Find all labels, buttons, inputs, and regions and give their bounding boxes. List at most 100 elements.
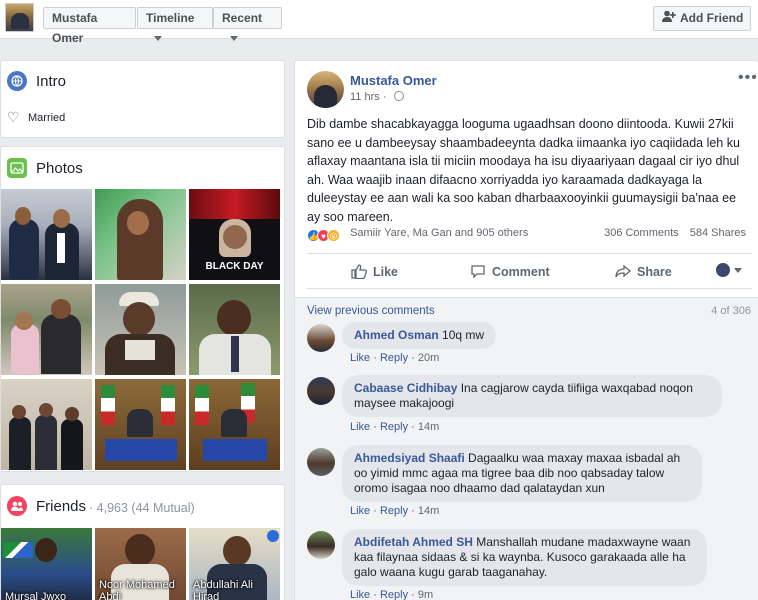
friends-title: Friends <box>36 498 87 515</box>
commenter-name[interactable]: Cabaase Cidhibay <box>354 381 457 395</box>
comment-like-link[interactable]: Like <box>350 421 370 433</box>
comment-time[interactable]: 14m <box>418 421 439 433</box>
comment-time[interactable]: 9m <box>418 589 433 600</box>
commenter-name[interactable]: Ahmed Osman <box>354 328 439 342</box>
photo-thumbnail[interactable] <box>95 189 186 280</box>
comment-bubble: Ahmedsiyad Shaafi Dagaalku waa maxay max… <box>342 445 702 502</box>
photo-thumbnail[interactable] <box>95 284 186 375</box>
friend-name: Mursal Jwxo <box>5 591 67 600</box>
photo-thumbnail[interactable] <box>1 284 92 375</box>
photos-card: Photos BLACK DAY <box>0 146 285 472</box>
photo-thumbnail[interactable]: BLACK DAY <box>189 189 280 280</box>
comment-time[interactable]: 14m <box>418 505 439 517</box>
comment-bubble: Ahmed Osman 10q mw <box>342 322 497 349</box>
comment-reply-link[interactable]: Reply <box>380 352 408 364</box>
heart-icon: ♡ <box>7 109 20 125</box>
avatar[interactable] <box>307 71 344 108</box>
reaction-avatar-icon <box>716 263 730 277</box>
add-friend-label: Add Friend <box>680 11 744 25</box>
comments-section: View previous comments 4 of 306 Ahmed Os… <box>295 297 758 600</box>
photos-title: Photos <box>36 160 83 177</box>
thumbs-up-icon <box>351 264 368 280</box>
comment-icon <box>470 265 486 279</box>
timeline-dropdown[interactable]: Timeline <box>137 7 213 42</box>
reactions-summary[interactable]: 👍 ♥ 😮 Samiir Yare, Ma Gan and 905 others 3… <box>307 227 752 243</box>
comment-text: 10q mw <box>442 328 485 342</box>
comment-reply-link[interactable]: Reply <box>380 589 408 600</box>
comment-label: Comment <box>492 265 550 279</box>
comment-actions: Like · Reply · 14m <box>350 421 440 433</box>
comments-page-count: 4 of 306 <box>711 305 751 317</box>
photos-icon <box>7 158 27 178</box>
comment-like-link[interactable]: Like <box>350 589 370 600</box>
post-time-text: 11 hrs <box>350 91 380 103</box>
friends-card: Friends · 4,963 (44 Mutual) Mursal Jwxo … <box>0 484 285 600</box>
comment-reply-link[interactable]: Reply <box>380 421 408 433</box>
globe-icon <box>7 71 27 91</box>
photo-thumbnail[interactable] <box>1 379 92 470</box>
friend-name: Noor Mohamed Abdi <box>99 579 175 600</box>
commenter-avatar[interactable] <box>307 531 335 559</box>
friends-count: · 4,963 (44 Mutual) <box>89 501 195 515</box>
public-globe-icon <box>393 91 404 101</box>
add-friend-icon <box>662 7 676 30</box>
more-options-icon[interactable]: ••• <box>738 69 758 87</box>
comment-time[interactable]: 20m <box>418 352 439 364</box>
photo-thumbnail[interactable] <box>189 379 280 470</box>
photo-thumbnail[interactable] <box>95 379 186 470</box>
profile-thumbnail[interactable] <box>5 3 34 32</box>
wow-reaction-icon: 😮 <box>327 229 340 242</box>
commenter-avatar[interactable] <box>307 324 335 352</box>
comment-bubble: Cabaase Cidhibay Ina cagjarow cayda tiif… <box>342 375 722 417</box>
friend-name: Abdullahi Ali Hirad <box>193 579 253 600</box>
commenter-name[interactable]: Ahmedsiyad Shaafi <box>354 451 465 465</box>
recent-dropdown[interactable]: Recent <box>213 7 282 42</box>
like-button[interactable]: Like <box>351 264 399 280</box>
chevron-down-icon <box>734 268 742 274</box>
post-actions-bar: Like Comment Share <box>307 253 752 289</box>
photo-thumbnail[interactable] <box>1 189 92 280</box>
comments-count[interactable]: 306 Comments <box>604 227 679 239</box>
view-previous-comments-link[interactable]: View previous comments <box>307 305 435 317</box>
recent-label: Recent <box>222 11 263 25</box>
comment-bubble: Abdifetah Ahmed SH Manshallah mudane mad… <box>342 529 707 586</box>
post-card: Mustafa Omer 11 hrs · ••• Dib dambe shac… <box>294 60 758 600</box>
shares-count[interactable]: 584 Shares <box>690 227 746 239</box>
post-timestamp[interactable]: 11 hrs · <box>350 91 404 103</box>
comment-actions: Like · Reply · 14m <box>350 505 440 517</box>
comment-reply-link[interactable]: Reply <box>380 505 408 517</box>
post-body: Dib dambe shacabkayagga looguma ugaadhsa… <box>307 117 740 224</box>
reaction-names[interactable]: Samiir Yare, Ma Gan and 905 others <box>350 227 528 239</box>
timeline-label: Timeline <box>146 11 195 25</box>
add-friend-button[interactable]: Add Friend <box>653 6 751 31</box>
share-label: Share <box>637 265 672 279</box>
comment-like-link[interactable]: Like <box>350 352 370 364</box>
commenter-name[interactable]: Abdifetah Ahmed SH <box>354 535 473 549</box>
commenter-avatar[interactable] <box>307 448 335 476</box>
comment-actions: Like · Reply · 20m <box>350 352 440 364</box>
post-author-link[interactable]: Mustafa Omer <box>350 73 437 88</box>
share-icon <box>615 264 632 279</box>
reaction-selector[interactable] <box>716 263 742 277</box>
comment-like-link[interactable]: Like <box>350 505 370 517</box>
friends-icon <box>7 496 27 516</box>
like-label: Like <box>373 265 399 279</box>
profile-topbar: Mustafa Omer Timeline Recent Add Friend <box>0 0 758 45</box>
photo-thumbnail[interactable] <box>189 284 280 375</box>
intro-title: Intro <box>36 73 67 90</box>
chevron-down-icon <box>230 36 238 42</box>
comment-button[interactable]: Comment <box>470 264 550 279</box>
friend-tile[interactable]: Mursal Jwxo <box>1 528 92 600</box>
comment-actions: Like · Reply · 9m <box>350 589 434 600</box>
intro-card: Intro ♡ Married <box>0 60 285 138</box>
share-button[interactable]: Share <box>615 264 672 279</box>
black-day-caption: BLACK DAY <box>205 261 264 272</box>
relationship-status: Married <box>28 112 66 124</box>
friend-tile[interactable]: Noor Mohamed Abdi <box>95 528 186 600</box>
commenter-avatar[interactable] <box>307 377 335 405</box>
friend-tile[interactable]: Abdullahi Ali Hirad <box>189 528 280 600</box>
friends-separator: · <box>89 501 94 515</box>
chevron-down-icon <box>154 36 162 42</box>
profile-name-button[interactable]: Mustafa Omer <box>43 7 136 45</box>
friends-count-value: 4,963 (44 Mutual) <box>96 501 195 515</box>
